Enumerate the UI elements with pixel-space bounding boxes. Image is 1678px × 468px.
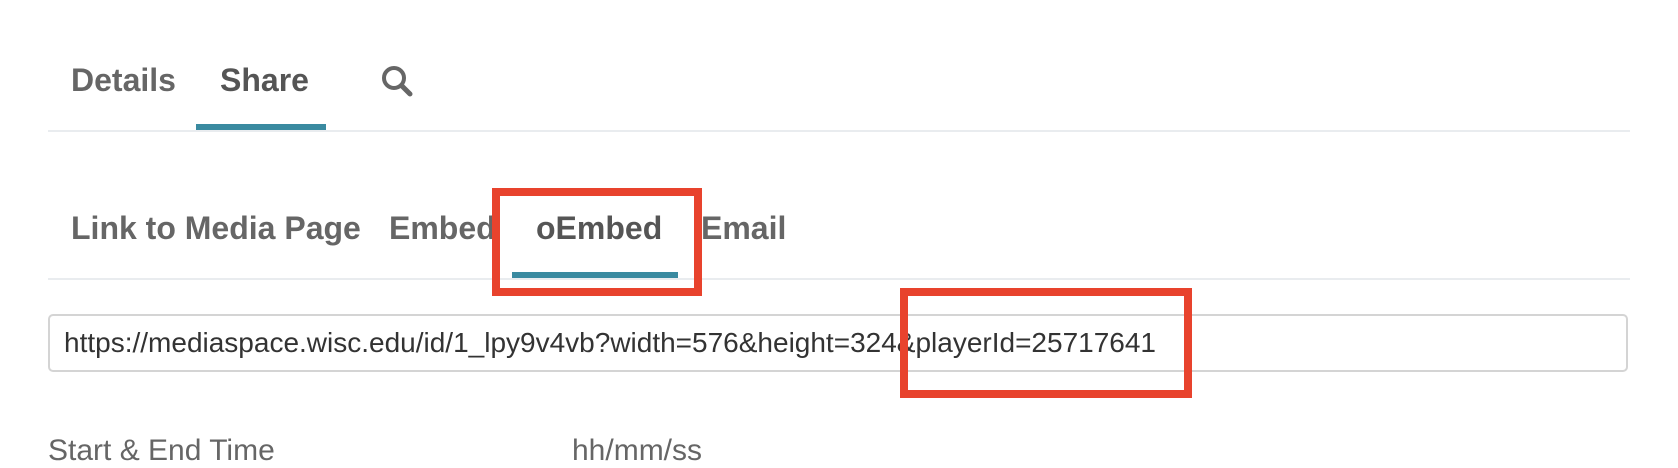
main-tab-divider [48,130,1630,132]
oembed-url-field[interactable]: https://mediaspace.wisc.edu/id/1_lpy9v4v… [48,314,1628,372]
tab-embed[interactable]: Embed [389,210,496,247]
start-end-time-label: Start & End Time [48,434,275,467]
tab-share[interactable]: Share [220,62,309,99]
tab-link-to-media-page[interactable]: Link to Media Page [71,210,361,247]
tab-details[interactable]: Details [71,62,176,99]
share-tab-divider [48,278,1630,280]
start-end-time-placeholder: hh/mm/ss [572,434,703,467]
tab-email[interactable]: Email [701,210,786,247]
search-icon[interactable] [380,64,414,98]
tab-oembed[interactable]: oEmbed [536,210,662,247]
